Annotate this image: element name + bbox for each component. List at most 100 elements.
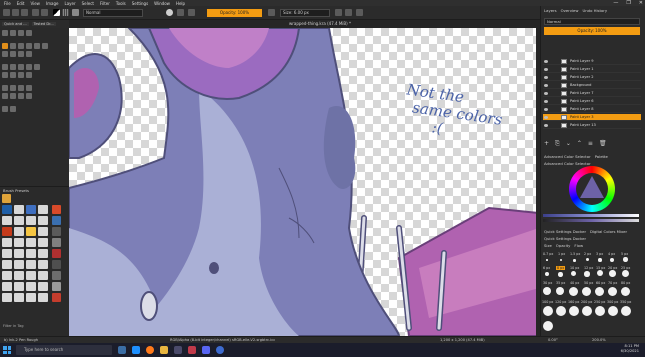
visibility-eye-icon[interactable] xyxy=(544,59,548,63)
menu-image[interactable]: Image xyxy=(46,1,59,6)
layer-row[interactable]: Paint Layer 2 xyxy=(543,74,641,81)
taskbar-search-input[interactable]: Type here to search xyxy=(16,345,112,355)
brush-preset[interactable] xyxy=(52,282,61,291)
menu-select[interactable]: Select xyxy=(82,1,94,6)
brush-preset[interactable] xyxy=(2,205,12,214)
size-option[interactable]: 12 px xyxy=(584,266,593,270)
layer-row[interactable]: Paint Layer 8 xyxy=(543,106,641,113)
size-option[interactable]: 35 px xyxy=(556,281,565,285)
brush-preset[interactable] xyxy=(14,227,24,236)
menu-help[interactable]: Help xyxy=(176,1,185,6)
firefox-icon[interactable] xyxy=(146,346,154,354)
new-document-icon[interactable] xyxy=(3,9,10,16)
tab-advanced-color-selector[interactable]: Advanced Color Selector xyxy=(544,154,591,159)
size-option[interactable]: 160 px xyxy=(568,300,579,304)
brush-preset[interactable] xyxy=(14,293,24,302)
brush-preset[interactable] xyxy=(38,282,48,291)
size-dot[interactable] xyxy=(582,287,591,296)
layer-row[interactable]: Background xyxy=(543,82,641,89)
size-dot[interactable] xyxy=(543,287,551,295)
brush-preset[interactable] xyxy=(2,282,12,291)
size-dot[interactable] xyxy=(556,287,564,295)
brush-preset[interactable] xyxy=(38,205,48,214)
layer-row-selected[interactable]: Paint Layer 3 xyxy=(543,114,641,121)
size-option[interactable]: 200 px xyxy=(581,300,592,304)
visibility-eye-icon[interactable] xyxy=(544,83,548,87)
menu-layer[interactable]: Layer xyxy=(64,1,75,6)
brush-preset[interactable] xyxy=(14,216,24,225)
move-down-icon[interactable]: ⌄ xyxy=(566,141,571,147)
brush-preset[interactable] xyxy=(26,282,36,291)
size-dot[interactable] xyxy=(556,306,566,316)
undo-icon[interactable] xyxy=(32,9,39,16)
similar-select-icon[interactable] xyxy=(10,93,16,99)
add-layer-icon[interactable]: + xyxy=(544,141,549,147)
brush-preset[interactable] xyxy=(38,271,48,280)
size-dot[interactable] xyxy=(608,306,618,316)
brush-preset[interactable] xyxy=(26,260,36,269)
duplicate-layer-icon[interactable]: ⎘ xyxy=(555,141,560,147)
size-dot[interactable] xyxy=(558,272,563,277)
size-option[interactable]: 4 px xyxy=(608,252,615,256)
brush-preset[interactable] xyxy=(26,271,36,280)
brush-preset[interactable] xyxy=(38,293,48,302)
brush-preset[interactable] xyxy=(38,249,48,258)
save-icon[interactable] xyxy=(21,9,28,16)
color-picker-icon[interactable] xyxy=(34,64,40,70)
contiguous-select-icon[interactable] xyxy=(2,93,8,99)
brush-preset[interactable] xyxy=(38,216,48,225)
freehand-brush-icon[interactable] xyxy=(2,43,8,49)
size-dot[interactable] xyxy=(609,270,616,277)
layer-opacity-slider[interactable]: Opacity: 100% xyxy=(544,27,640,35)
tab-overview[interactable]: Overview xyxy=(561,8,579,13)
layer-blend-mode-select[interactable]: Normal xyxy=(544,18,640,25)
menu-file[interactable]: File xyxy=(4,1,11,6)
size-dot[interactable] xyxy=(584,271,590,277)
windows-start-icon[interactable] xyxy=(3,346,11,354)
freehand-select-icon[interactable] xyxy=(26,85,32,91)
brush-preset[interactable] xyxy=(52,216,61,225)
size-option[interactable]: 100 px xyxy=(542,300,553,304)
measure-tool-icon[interactable] xyxy=(26,72,32,78)
size-option[interactable]: 1 px xyxy=(558,252,565,256)
brush-preset[interactable] xyxy=(2,238,12,247)
brush-preset[interactable] xyxy=(38,238,48,247)
brush-preset-icon[interactable] xyxy=(72,9,79,16)
color-shade-bar[interactable] xyxy=(543,219,639,222)
brush-preset[interactable] xyxy=(2,293,12,302)
status-zoom[interactable]: 200.0% xyxy=(592,338,606,342)
size-dot[interactable] xyxy=(569,287,578,296)
brush-preset[interactable] xyxy=(14,260,24,269)
app-icon[interactable] xyxy=(188,346,196,354)
select-shapes-icon[interactable] xyxy=(2,30,8,36)
gradient-tool-icon[interactable] xyxy=(26,64,32,70)
brush-preset[interactable] xyxy=(52,249,61,258)
size-option[interactable]: 50 px xyxy=(584,281,593,285)
fg-bg-color-icon[interactable] xyxy=(53,9,60,16)
size-dot[interactable] xyxy=(608,287,617,296)
size-option[interactable]: 300 px xyxy=(607,300,618,304)
ellipse-tool-icon[interactable] xyxy=(26,43,32,49)
visibility-eye-icon[interactable] xyxy=(544,123,548,127)
fill-tool-icon[interactable] xyxy=(2,72,8,78)
file-explorer-icon[interactable] xyxy=(160,346,168,354)
size-dot[interactable] xyxy=(595,306,605,316)
brush-preset[interactable] xyxy=(14,282,24,291)
krita-icon[interactable] xyxy=(216,346,224,354)
size-dot[interactable] xyxy=(543,306,553,316)
brush-preset[interactable] xyxy=(38,260,48,269)
delete-layer-icon[interactable]: 🗑 xyxy=(599,141,607,147)
brush-preset[interactable] xyxy=(52,205,61,214)
brush-preset[interactable] xyxy=(26,293,36,302)
brush-preset[interactable] xyxy=(52,227,61,236)
size-option[interactable]: 120 px xyxy=(555,300,566,304)
assistant-tool-icon[interactable] xyxy=(18,72,24,78)
ellipse-select-icon[interactable] xyxy=(10,85,16,91)
size-option[interactable]: 1.5 px xyxy=(570,252,580,256)
tab-palette[interactable]: Palette xyxy=(595,154,608,159)
size-dot[interactable] xyxy=(621,287,630,296)
brush-preset[interactable] xyxy=(2,216,12,225)
layer-row[interactable]: Paint Layer 9 xyxy=(543,58,641,65)
brush-preset[interactable] xyxy=(2,260,12,269)
size-option[interactable]: 5 px xyxy=(621,252,628,256)
